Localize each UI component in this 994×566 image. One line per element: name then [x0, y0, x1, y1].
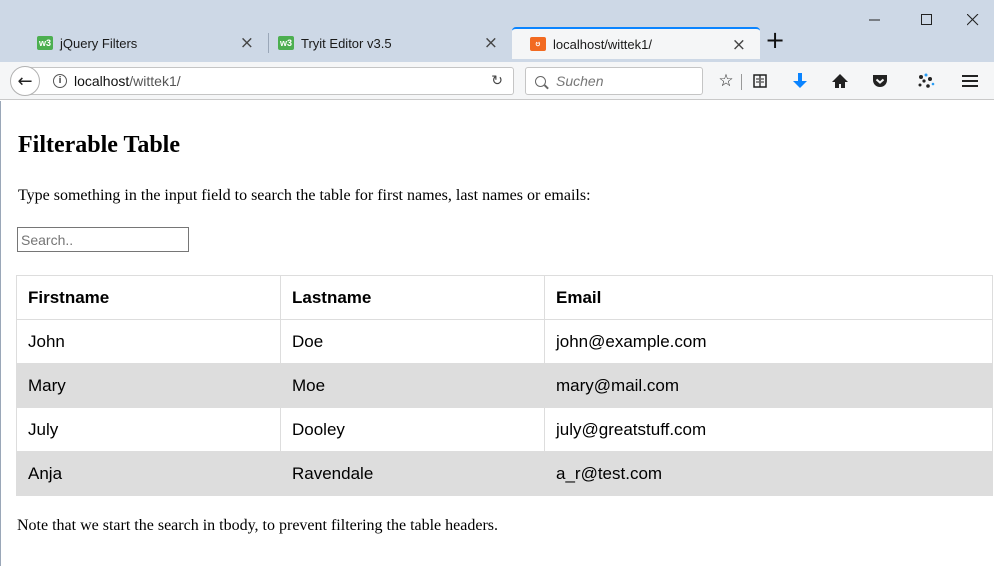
search-input[interactable]: [17, 227, 189, 252]
site-info-icon[interactable]: i: [53, 74, 67, 88]
tab-localhost-active[interactable]: ဗ localhost/wittek1/ ×: [512, 27, 760, 59]
cell-firstname: July: [16, 407, 281, 452]
maximize-window-button[interactable]: [904, 8, 950, 32]
tab-title: localhost/wittek1/: [553, 36, 652, 52]
browser-search-bar[interactable]: Suchen: [525, 67, 703, 95]
download-icon[interactable]: [788, 69, 812, 93]
w3schools-favicon-icon: w3: [278, 36, 294, 50]
table-row: Mary Moe mary@mail.com: [16, 363, 993, 408]
table-header-row: Firstname Lastname Email: [16, 275, 993, 320]
close-icon: [967, 14, 979, 26]
reader-view-icon[interactable]: [748, 69, 772, 93]
cell-firstname: Anja: [16, 451, 281, 496]
minimize-window-button[interactable]: [852, 8, 898, 32]
window-left-border: [0, 101, 1, 566]
url-text[interactable]: localhost/wittek1/: [74, 73, 181, 89]
bookmark-star-icon[interactable]: ☆: [714, 69, 738, 93]
cell-email: a_r@test.com: [544, 451, 993, 496]
w3schools-favicon-icon: w3: [37, 36, 53, 50]
tab-tryit-editor[interactable]: w3 Tryit Editor v3.5 ×: [268, 27, 512, 59]
search-icon: [535, 75, 546, 87]
close-tab-icon[interactable]: ×: [240, 33, 254, 53]
table-row: Anja Ravendale a_r@test.com: [16, 451, 993, 496]
cell-firstname: Mary: [16, 363, 281, 408]
cell-email: mary@mail.com: [544, 363, 993, 408]
reload-icon[interactable]: ↻: [491, 73, 503, 89]
filterable-table: Firstname Lastname Email John Doe john@e…: [16, 275, 993, 496]
tab-strip: w3 jQuery Filters × w3 Tryit Editor v3.5…: [0, 0, 994, 62]
page-content: Filterable Table Type something in the i…: [0, 101, 994, 566]
maximize-icon: [921, 14, 932, 25]
minimize-icon: [869, 19, 880, 21]
column-header-email: Email: [544, 275, 993, 320]
cell-lastname: Dooley: [280, 407, 545, 452]
table-row: John Doe john@example.com: [16, 319, 993, 364]
extension-icon[interactable]: [914, 69, 938, 93]
pocket-icon[interactable]: [868, 69, 892, 93]
cell-firstname: John: [16, 319, 281, 364]
intro-text: Type something in the input field to sea…: [18, 187, 591, 204]
navigation-toolbar: i localhost/wittek1/ ↻ ← Suchen ☆: [0, 62, 994, 100]
back-button[interactable]: ←: [10, 66, 40, 96]
cell-lastname: Moe: [280, 363, 545, 408]
table-row: July Dooley july@greatstuff.com: [16, 407, 993, 452]
close-tab-icon[interactable]: ×: [732, 35, 746, 55]
cell-lastname: Doe: [280, 319, 545, 364]
column-header-firstname: Firstname: [16, 275, 281, 320]
back-arrow-icon: ←: [17, 70, 33, 92]
column-header-lastname: Lastname: [280, 275, 545, 320]
new-tab-button[interactable]: +: [765, 27, 787, 55]
cell-lastname: Ravendale: [280, 451, 545, 496]
tab-title: Tryit Editor v3.5: [301, 35, 392, 51]
page-title: Filterable Table: [18, 132, 180, 158]
xampp-favicon-icon: ဗ: [530, 37, 546, 51]
tab-title: jQuery Filters: [60, 35, 138, 51]
hamburger-menu-icon[interactable]: [958, 69, 982, 93]
cell-email: july@greatstuff.com: [544, 407, 993, 452]
close-tab-icon[interactable]: ×: [484, 33, 498, 53]
close-window-button[interactable]: [950, 8, 994, 32]
cell-email: john@example.com: [544, 319, 993, 364]
browser-search-placeholder: Suchen: [556, 73, 604, 89]
tab-jquery-filters[interactable]: w3 jQuery Filters ×: [0, 27, 268, 59]
url-bar[interactable]: i localhost/wittek1/ ↻: [28, 67, 514, 95]
toolbar-divider: [741, 74, 742, 90]
note-text: Note that we start the search in tbody, …: [17, 517, 499, 534]
home-icon[interactable]: [828, 69, 852, 93]
